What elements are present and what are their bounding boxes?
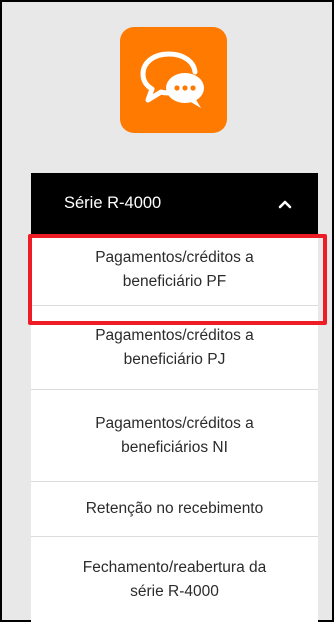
menu-item-label: Pagamentos/créditos a [95,414,254,432]
menu-item-label: Fechamento/reabertura da [82,558,267,576]
menu-item-fechamento-reabertura[interactable]: Fechamento/reabertura da série R-4000 [31,537,318,622]
menu-item-pagamentos-pf[interactable]: Pagamentos/créditos a beneficiário PF [31,234,318,306]
serie-r4000-menu: Série R-4000 Pagamentos/créditos a benef… [31,173,318,622]
menu-item-pagamentos-ni[interactable]: Pagamentos/créditos a beneficiários NI [31,390,318,482]
menu-item-label: série R-4000 [130,582,219,600]
menu-item-label: beneficiários NI [121,438,228,456]
menu-item-retencao-recebimento[interactable]: Retenção no recebimento [31,482,318,537]
chevron-up-icon[interactable] [278,197,292,211]
menu-header-serie-r4000[interactable]: Série R-4000 [31,173,318,234]
chat-bubbles-icon [139,48,209,112]
menu-item-label: Retenção no recebimento [85,500,264,517]
menu-item-label: Pagamentos/créditos a [95,326,254,344]
menu-item-pagamentos-pj[interactable]: Pagamentos/créditos a beneficiário PJ [31,306,318,390]
menu-header-title: Série R-4000 [64,194,162,212]
menu-item-label: beneficiário PF [122,272,227,290]
app-logo [120,27,227,133]
menu-item-label: beneficiário PJ [123,350,226,368]
menu-item-label: Pagamentos/créditos a [95,248,254,266]
